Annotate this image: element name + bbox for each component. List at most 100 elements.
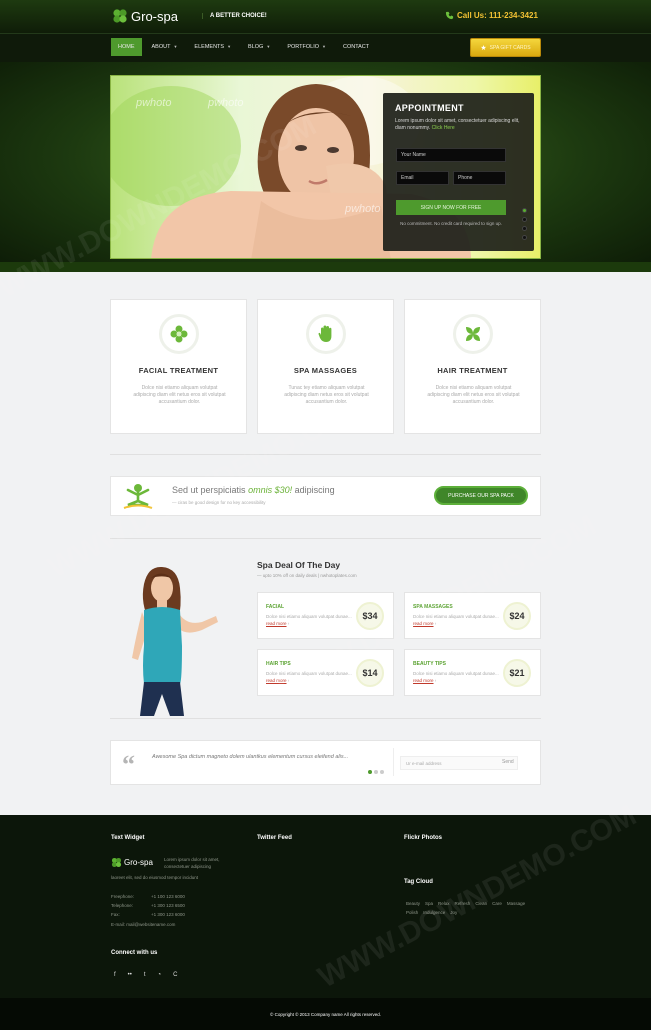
nav-item-label: HOME [118,44,135,50]
tag-link[interactable]: Polish [406,910,418,915]
footer-about: Lorem ipsum dolor sit amet, consectetuer… [164,857,220,869]
share-icon[interactable]: C [173,972,177,978]
divider [110,454,541,455]
footer-about-2: laoreet elit, sed do eiusmod tempor inci… [111,875,199,880]
tag-link[interactable]: Spa [425,901,433,906]
tag-cloud: Beauty Spa Relax Refresh Clean Care Massage Pol… [406,901,541,919]
tag-link[interactable]: Massage [507,901,525,906]
nav-item-label: ELEMENTS [194,44,225,50]
nav-item-home[interactable]: HOME [111,38,142,56]
deal-card-title: FACIAL [266,604,285,610]
deal-card-title: HAIR TIPS [266,661,291,667]
testimonial-dots [368,770,384,774]
appointment-link[interactable]: Click Here [432,125,455,131]
contact-label: Freephone: [111,894,135,899]
flickr-icon[interactable]: •• [128,972,132,978]
tag-link[interactable]: Indulgence [423,910,445,915]
service-text: Dolce nisi etiamo aliquam volutpat adipi… [133,385,226,405]
newsletter-send-button[interactable]: Send [502,759,514,765]
nav-item-blog[interactable]: BLOG ▼ [241,38,277,56]
call-us-text: Call Us: 111-234-3421 [457,11,538,20]
deal-card[interactable]: SPA MASSAGES Dolce nisi etiamo aliquam v… [404,592,541,639]
appointment-desc: Lorem ipsum dolor sit amet, consectetuer… [395,118,520,131]
read-more-link[interactable]: read more [413,678,434,683]
deal-card[interactable]: BEAUTY TIPS Dolce nisi etiamo aliquam vo… [404,649,541,696]
deal-card-desc: Dolce nisi etiamo aliquam volutpat dunae… [413,671,499,676]
contact-value: +1 300 123 6500 [151,903,185,908]
site-logo[interactable]: Gro-spa [112,8,178,24]
testimonial-text: Awesome Spa dictum magneto dolem ulantku… [152,754,349,760]
chevron-down-icon: ▼ [322,44,326,49]
facebook-icon[interactable]: f [114,972,116,978]
slider-dot[interactable] [522,217,527,222]
contact-label: Fax: [111,912,120,917]
footer-logo-text: Gro-spa [124,858,153,867]
tag-link[interactable]: Care [492,901,502,906]
clover-icon [111,857,122,868]
chevron-down-icon: ▼ [173,44,178,49]
flickr-photos-title: Flickr Photos [404,835,443,841]
name-input[interactable]: Your Name [396,148,506,162]
appointment-text: Lorem ipsum dolor sit amet, consectetuer… [395,118,522,132]
phone-icon [445,11,454,20]
service-text: Tunac tey etiamo aliquam volutpat adipis… [284,385,369,405]
tag-link[interactable]: Refresh [455,901,471,906]
slider-dot[interactable] [522,208,527,213]
deal-woman-image [132,566,218,716]
service-card-massage[interactable]: SPA MASSAGES Tunac tey etiamo aliquam vo… [257,299,394,434]
star-icon: ★ [480,44,487,52]
nav-item-about[interactable]: ABOUT ▼ [145,38,185,56]
nav-item-label: BLOG [248,44,264,50]
connect-title: Connect with us [111,950,158,956]
nav-item-elements[interactable]: ELEMENTS ▼ [187,38,238,56]
newsletter-email-input[interactable]: Ur e-mail address [400,756,518,770]
service-card-facial[interactable]: FACIAL TREATMENT Dolce nisi etiamo aliqu… [110,299,247,434]
promo-text-after: adipiscing [294,485,335,495]
deal-card[interactable]: HAIR TIPS Dolce nisi etiamo aliquam volu… [257,649,394,696]
service-title: SPA MASSAGES [293,366,358,375]
nav-item-label: ABOUT [151,44,171,50]
deal-card-text: Dolce nisi etiamo aliquam volutpat dunae… [266,614,352,626]
read-more-link[interactable]: read more [413,621,434,626]
deal-card[interactable]: FACIAL Dolce nisi etiamo aliquam volutpa… [257,592,394,639]
leaves-icon [452,314,493,354]
purchase-spa-pack-button[interactable]: PURCHASE OUR SPA PACK [434,486,528,505]
footer-logo[interactable]: Gro-spa [111,857,153,868]
testimonial-dot[interactable] [368,770,372,774]
slider-dot[interactable] [522,235,527,240]
nav-item-contact[interactable]: CONTACT [336,38,376,56]
tag-cloud-title: Tag Cloud [404,879,433,885]
deal-card-desc: Dolce nisi etiamo aliquam volutpat dunae… [266,614,352,619]
service-title: HAIR TREATMENT [437,366,508,375]
testimonial-dot[interactable] [380,770,384,774]
tag-link[interactable]: Joy [450,910,457,915]
email-input[interactable]: Email [396,171,449,185]
phone-input[interactable]: Phone [453,171,506,185]
nav-item-portfolio[interactable]: PORTFOLIO ▼ [280,38,333,56]
gift-cards-button[interactable]: ★ SPA GIFT CARDS [470,38,541,57]
hand-icon [305,314,346,354]
read-more-link[interactable]: read more [266,621,287,626]
promo-highlight: omnis $30! [248,485,293,495]
tag-link[interactable]: Beauty [406,901,420,906]
tag-link[interactable]: Clean [475,901,487,906]
slider-watermark-2: pwhoto [208,97,244,109]
slider-dot[interactable] [522,226,527,231]
testimonial-separator [393,748,394,776]
footer-email: E-mail: mail@websitename.com [111,922,176,927]
deal-card-text: Dolce nisi etiamo aliquam volutpat dunae… [266,671,352,683]
rss-icon[interactable]: ◔ [158,972,162,978]
nav-item-label: PORTFOLIO [287,44,319,50]
twitter-icon[interactable]: t [144,972,146,978]
read-more-link[interactable]: read more [266,678,287,683]
tag-link[interactable]: Relax [438,901,450,906]
slider-dots [522,208,527,240]
testimonial-dot[interactable] [374,770,378,774]
deal-title: Spa Deal Of The Day [257,560,341,570]
chevron-down-icon: ▼ [266,44,271,49]
service-card-hair[interactable]: HAIR TREATMENT Dolce nisi etiamo aliquam… [404,299,541,434]
deal-price: $34 [356,602,384,630]
signup-button[interactable]: SIGN UP NOW FOR FREE [396,200,506,215]
quote-icon: “ [122,750,135,779]
contact-value: +1 100 123 6000 [151,894,185,899]
